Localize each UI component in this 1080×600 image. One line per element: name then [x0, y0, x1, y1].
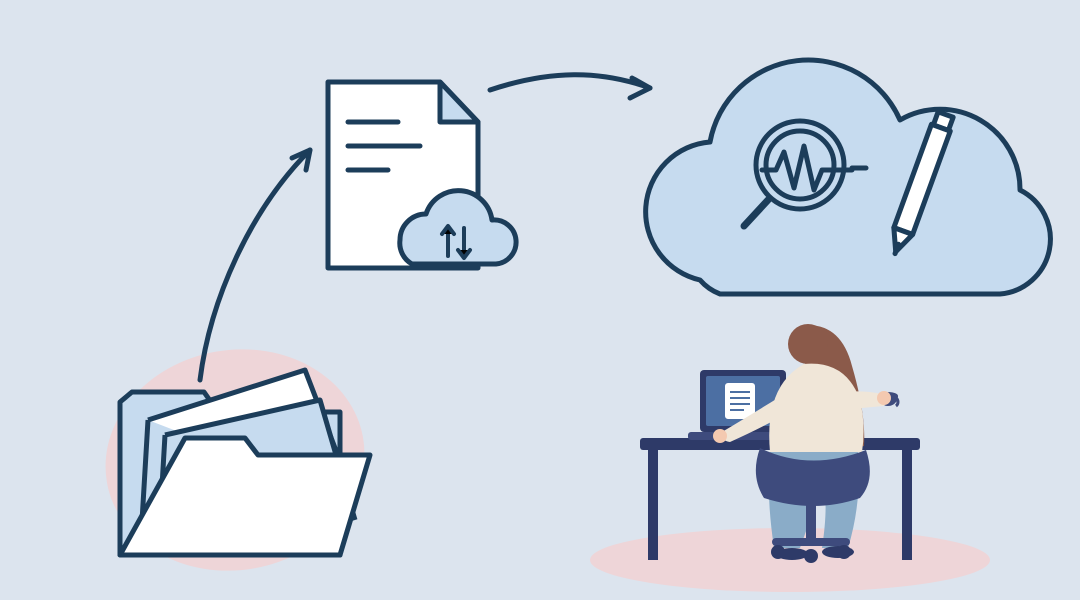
- workflow-diagram: [0, 0, 1080, 600]
- arrow-document-to-cloud: [490, 75, 650, 98]
- document-icon: [328, 82, 516, 268]
- arrow-folder-to-document: [200, 150, 310, 380]
- person-at-desk-illustration: [640, 324, 920, 563]
- cloud-service-icon: [646, 60, 1051, 294]
